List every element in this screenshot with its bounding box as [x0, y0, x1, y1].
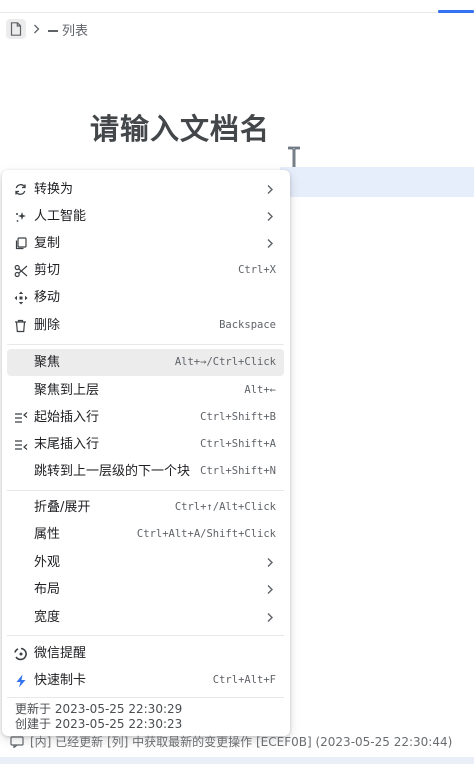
menu-item-fold[interactable]: 折叠/展开 Ctrl+↑/Alt+Click: [7, 494, 284, 521]
status-message: [内] 已经更新 [列] 中获取最新的变更操作 [ECEF0B] (2023-0…: [30, 735, 453, 749]
insert-after-icon: [13, 437, 28, 452]
menu-item-label: 移动: [34, 290, 61, 305]
sparkle-icon: [13, 209, 28, 224]
updated-timestamp: 更新于 2023-05-25 22:30:29: [15, 702, 183, 716]
menu-item-label: 转换为: [34, 182, 74, 197]
menu-item-label: 聚焦到上层: [34, 383, 100, 398]
menu-item-label: 起始插入行: [34, 410, 100, 425]
menu-item-layout[interactable]: 布局: [7, 576, 284, 603]
menu-item-label: 删除: [34, 318, 61, 333]
menu-item-insert-after[interactable]: 末尾插入行 Ctrl+Shift+A: [7, 431, 284, 458]
breadcrumb: 列表: [6, 18, 88, 40]
shortcut-hint: Ctrl+↑/Alt+Click: [174, 501, 276, 513]
menu-item-label: 布局: [34, 582, 61, 597]
shortcut-hint: Ctrl+Alt+A/Shift+Click: [136, 528, 276, 540]
top-divider: [0, 12, 474, 13]
shortcut-hint: Ctrl+Shift+N: [200, 465, 276, 477]
menu-item-attributes[interactable]: 属性 Ctrl+Alt+A/Shift+Click: [7, 521, 284, 548]
shortcut-hint: Ctrl+Shift+A: [200, 438, 276, 450]
wechat-reminder-icon: [13, 646, 28, 661]
menu-item-label: 复制: [34, 236, 61, 251]
breadcrumb-item-list[interactable]: 列表: [48, 20, 88, 39]
chevron-right-icon: [267, 585, 273, 594]
menu-divider: [7, 490, 284, 491]
menu-divider: [7, 697, 284, 698]
refresh-icon: [13, 182, 28, 197]
menu-divider: [7, 344, 284, 345]
menu-item-cut[interactable]: 剪切 Ctrl+X: [7, 257, 284, 284]
menu-item-move[interactable]: 移动: [7, 284, 284, 311]
selected-block-highlight: [280, 167, 474, 197]
shortcut-hint: Alt+→/Ctrl+Click: [174, 356, 276, 368]
menu-item-jump-next-sibling[interactable]: 跳转到上一层级的下一个块 Ctrl+Shift+N: [7, 458, 284, 485]
menu-item-copy[interactable]: 复制: [7, 230, 284, 257]
shortcut-hint: Ctrl+X: [238, 264, 276, 276]
menu-item-delete[interactable]: 删除 Backspace: [7, 312, 284, 339]
breadcrumb-item-label: 列表: [62, 23, 89, 39]
status-bar: [内] 已经更新 [列] 中获取最新的变更操作 [ECEF0B] (2023-0…: [0, 728, 474, 756]
menu-item-wechat-reminder[interactable]: 微信提醒: [7, 640, 284, 667]
active-tab-indicator: [438, 10, 474, 13]
chevron-right-icon: [267, 239, 273, 248]
block-context-menu: 转换为 人工智能 复制 剪切 Ctrl+X 移动 删除 Backspace 聚焦…: [2, 170, 290, 736]
move-icon: [13, 290, 28, 305]
document-icon[interactable]: [6, 19, 26, 39]
chevron-right-icon: [267, 558, 273, 567]
menu-item-label: 宽度: [34, 610, 61, 625]
chevron-right-icon: [30, 21, 42, 37]
list-mark-icon: [48, 30, 58, 32]
menu-item-insert-before[interactable]: 起始插入行 Ctrl+Shift+B: [7, 404, 284, 431]
shortcut-hint: Ctrl+Shift+B: [200, 411, 276, 423]
menu-item-label: 人工智能: [34, 209, 87, 224]
menu-item-label: 剪切: [34, 263, 61, 278]
menu-item-label: 快速制卡: [34, 673, 87, 688]
menu-item-label: 折叠/展开: [34, 500, 91, 515]
menu-item-focus-parent[interactable]: 聚焦到上层 Alt+←: [7, 377, 284, 404]
menu-item-appearance[interactable]: 外观: [7, 549, 284, 576]
shortcut-hint: Backspace: [219, 319, 276, 331]
scissors-icon: [13, 263, 28, 278]
menu-item-label: 跳转到上一层级的下一个块: [34, 464, 191, 479]
message-icon: [10, 736, 24, 748]
menu-item-label: 微信提醒: [34, 646, 87, 661]
bottom-edge: [0, 757, 474, 764]
document-title[interactable]: 请输入文档名: [90, 106, 270, 148]
menu-item-width[interactable]: 宽度: [7, 604, 284, 631]
chevron-right-icon: [267, 185, 273, 194]
menu-item-label: 外观: [34, 555, 61, 570]
menu-item-ai[interactable]: 人工智能: [7, 203, 284, 230]
menu-item-focus[interactable]: 聚焦 Alt+→/Ctrl+Click: [7, 349, 284, 376]
shortcut-hint: Alt+←: [244, 384, 276, 396]
menu-item-quick-card[interactable]: 快速制卡 Ctrl+Alt+F: [7, 667, 284, 694]
menu-divider: [7, 635, 284, 636]
chevron-right-icon: [267, 212, 273, 221]
menu-item-label: 属性: [34, 527, 61, 542]
menu-item-label: 聚焦: [34, 355, 61, 370]
trash-icon: [13, 318, 28, 333]
menu-item-label: 末尾插入行: [34, 437, 100, 452]
lightning-icon: [13, 673, 28, 688]
insert-before-icon: [13, 410, 28, 425]
chevron-right-icon: [267, 613, 273, 622]
shortcut-hint: Ctrl+Alt+F: [212, 674, 276, 686]
copy-icon: [13, 236, 28, 251]
menu-item-convert[interactable]: 转换为: [7, 176, 284, 203]
